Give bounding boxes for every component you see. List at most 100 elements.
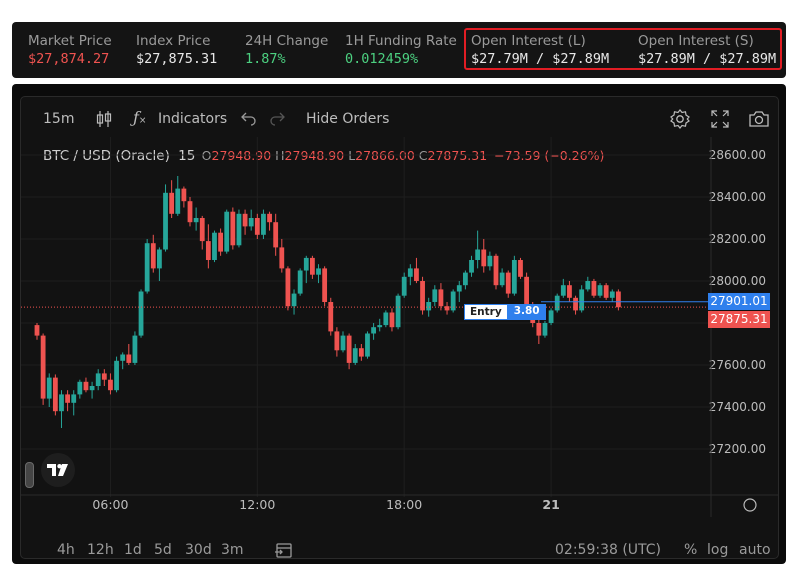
candle-body	[218, 232, 223, 252]
open-interest-short-value: $27.89M / $27.89M	[638, 51, 777, 67]
x-tick-label: 18:00	[386, 497, 422, 512]
y-tick-label: 28600.00	[709, 148, 766, 162]
candle-body	[407, 268, 413, 277]
date-range-icon[interactable]	[274, 541, 294, 558]
candle-body	[285, 268, 291, 307]
candle-body	[420, 281, 425, 311]
candle-body	[279, 247, 285, 269]
candle-body	[212, 232, 217, 260]
candle-body	[261, 213, 266, 235]
candle-body	[567, 285, 572, 298]
range-button-30d[interactable]: 30d	[185, 542, 212, 558]
candle-body	[34, 325, 40, 336]
candle-body	[132, 335, 138, 363]
y-tick-label: 27400.00	[709, 400, 766, 414]
candle-body	[310, 257, 315, 275]
candle-body	[138, 291, 144, 336]
range-button-5d[interactable]: 5d	[154, 542, 172, 558]
candle-body	[163, 192, 168, 250]
candle-body	[71, 394, 77, 403]
candle-body	[120, 354, 126, 361]
index-price-value: $27,875.31	[136, 51, 218, 67]
funding-rate-stat: 1H Funding Rate 0.012459%	[345, 33, 457, 67]
candle-body	[169, 192, 175, 214]
funding-rate-value: 0.012459%	[345, 51, 419, 67]
auto-scale-button[interactable]: auto	[739, 542, 771, 558]
candle-body	[95, 373, 101, 386]
candle-body	[322, 268, 328, 302]
candle-body	[414, 268, 419, 281]
candle-body	[254, 218, 260, 235]
market-price-value: $27,874.27	[28, 51, 110, 67]
candle-body	[126, 354, 132, 363]
range-button-4h[interactable]: 4h	[57, 542, 75, 558]
x-tick-label: 06:00	[92, 497, 128, 512]
candle-body	[193, 218, 199, 223]
candle-body	[199, 218, 205, 242]
candle-body	[236, 213, 242, 246]
scroll-handle[interactable]	[25, 462, 34, 488]
candle-body	[291, 293, 297, 307]
candle-body	[377, 325, 383, 328]
candle-body	[224, 211, 230, 252]
range-button-12h[interactable]: 12h	[87, 542, 114, 558]
open-interest-short-stat: Open Interest (S) $27.89M / $27.89M	[638, 33, 776, 67]
candle-body	[101, 373, 107, 380]
candle-body	[560, 285, 566, 296]
y-tick-label: 28200.00	[709, 232, 766, 246]
candle-body	[230, 211, 236, 246]
tradingview-logo-icon	[47, 464, 68, 476]
candle-body	[487, 255, 493, 267]
candle-body	[52, 377, 58, 412]
open-interest-long-label: Open Interest (L)	[471, 33, 586, 49]
candle-body	[89, 386, 95, 391]
candle-body	[603, 285, 609, 298]
candle-body	[573, 297, 578, 311]
candle-body	[395, 295, 401, 328]
candle-body	[426, 302, 432, 311]
candle-body	[609, 291, 615, 298]
candle-body	[40, 335, 46, 399]
market-price-stat: Market Price $27,874.27	[28, 33, 112, 67]
candle-body	[383, 312, 389, 326]
candle-body	[401, 276, 407, 296]
candle-body	[548, 310, 554, 323]
candle-body	[316, 268, 321, 275]
x-tick-label: 21	[542, 497, 559, 512]
candle-body	[248, 218, 254, 227]
percent-scale-button[interactable]: %	[684, 542, 697, 558]
chart-panel: 15m ƒ× Indicators Hide Orders BTC / USD …	[12, 84, 786, 564]
candle-body	[542, 323, 548, 336]
candle-body	[273, 222, 279, 248]
candle-body	[511, 260, 517, 294]
candle-body	[144, 243, 150, 292]
tradingview-logo[interactable]	[41, 453, 75, 487]
range-button-1d[interactable]: 1d	[124, 542, 142, 558]
candle-body	[150, 243, 156, 269]
candle-body	[365, 333, 370, 357]
candle-body	[554, 295, 560, 311]
utc-time[interactable]: 02:59:38 (UTC)	[555, 542, 661, 558]
entry-price-badge: 27901.01	[708, 293, 770, 310]
range-button-3m[interactable]: 3m	[221, 542, 244, 558]
y-tick-label: 28400.00	[709, 190, 766, 204]
candle-body	[456, 285, 462, 292]
candle-body	[46, 377, 52, 399]
change-24h-label: 24H Change	[245, 33, 329, 49]
entry-order-label[interactable]: Entry 3.80	[464, 304, 546, 320]
candle-body	[328, 302, 334, 332]
candle-body	[297, 270, 303, 294]
candle-body	[181, 188, 187, 202]
candle-body	[114, 360, 119, 391]
y-tick-label: 27200.00	[709, 442, 766, 456]
candle-body	[205, 241, 211, 260]
price-chart[interactable]: 27200.0027400.0027600.0027800.0028000.00…	[21, 97, 778, 558]
candle-body	[536, 323, 542, 336]
candle-body	[616, 291, 621, 308]
candle-body	[524, 276, 529, 307]
candle-body	[371, 327, 376, 334]
log-scale-button[interactable]: log	[707, 542, 728, 558]
candle-body	[65, 394, 70, 403]
candle-body	[358, 348, 364, 357]
candle-body	[463, 272, 468, 286]
